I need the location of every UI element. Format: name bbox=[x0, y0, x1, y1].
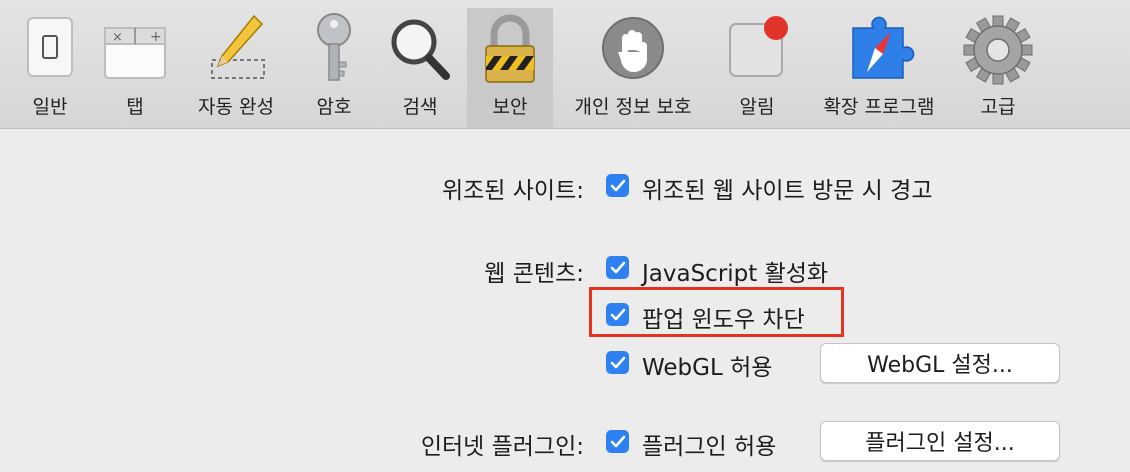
tab-label: 알림 bbox=[739, 96, 775, 118]
checkmark-icon bbox=[610, 356, 625, 368]
plugin-settings-button[interactable]: 플러그인 설정... bbox=[820, 421, 1060, 461]
tab-label: 확장 프로그램 bbox=[823, 96, 935, 118]
key-icon bbox=[302, 8, 366, 88]
javascript-label[interactable]: JavaScript 활성화 bbox=[642, 254, 828, 288]
tab-label: 탭 bbox=[126, 96, 144, 118]
tab-label: 일반 bbox=[32, 96, 68, 118]
webgl-label[interactable]: WebGL 허용 bbox=[642, 348, 772, 382]
gear-icon bbox=[960, 8, 1036, 88]
hand-icon bbox=[593, 8, 673, 88]
block-popups-label[interactable]: 팝업 윈도우 차단 bbox=[642, 300, 805, 334]
tabs-icon: × + bbox=[100, 8, 170, 88]
checkmark-icon bbox=[610, 435, 625, 447]
svg-text:+: + bbox=[150, 29, 162, 45]
tab-notifications[interactable]: 알림 bbox=[722, 8, 792, 128]
javascript-checkbox[interactable] bbox=[606, 256, 629, 279]
magnifier-icon bbox=[384, 8, 456, 88]
fraud-section-label: 위조된 사이트: bbox=[441, 178, 584, 204]
webgl-checkbox[interactable] bbox=[606, 351, 629, 374]
checkmark-icon bbox=[610, 308, 625, 320]
tab-autofill[interactable]: 자동 완성 bbox=[188, 8, 284, 128]
tab-privacy[interactable]: 개인 정보 보호 bbox=[560, 8, 706, 128]
preferences-toolbar: 일반 × + 탭 자동 완성 암호 검색 보안 개인 정보 보호 알림 확장 프… bbox=[0, 0, 1130, 129]
pencil-icon bbox=[196, 8, 276, 88]
lock-icon bbox=[470, 8, 550, 88]
svg-text:×: × bbox=[112, 30, 123, 45]
tab-search[interactable]: 검색 bbox=[384, 8, 456, 128]
tab-label: 개인 정보 보호 bbox=[574, 96, 692, 118]
switch-icon bbox=[10, 8, 90, 88]
tab-security[interactable]: 보안 bbox=[467, 8, 553, 128]
webgl-settings-button[interactable]: WebGL 설정... bbox=[820, 343, 1060, 383]
tab-label: 자동 완성 bbox=[198, 96, 274, 118]
tab-label: 검색 bbox=[402, 96, 438, 118]
fraud-warning-checkbox[interactable] bbox=[606, 174, 629, 197]
tab-label: 보안 bbox=[492, 96, 528, 118]
tab-extensions[interactable]: 확장 프로그램 bbox=[806, 8, 952, 128]
checkmark-icon bbox=[610, 179, 625, 191]
plugins-section-label: 인터넷 플러그인: bbox=[420, 434, 584, 460]
tab-general[interactable]: 일반 bbox=[10, 8, 90, 128]
tab-advanced[interactable]: 고급 bbox=[960, 8, 1036, 128]
allow-plugins-checkbox[interactable] bbox=[606, 430, 629, 453]
web-content-section-label: 웹 콘텐츠: bbox=[484, 261, 584, 287]
notification-icon bbox=[722, 8, 792, 88]
fraud-warning-label[interactable]: 위조된 웹 사이트 방문 시 경고 bbox=[642, 171, 932, 205]
allow-plugins-label[interactable]: 플러그인 허용 bbox=[642, 427, 776, 461]
tab-label: 고급 bbox=[980, 96, 1016, 118]
tab-passwords[interactable]: 암호 bbox=[302, 8, 366, 128]
puzzle-compass-icon bbox=[839, 8, 919, 88]
tab-label: 암호 bbox=[316, 96, 352, 118]
tab-tabs[interactable]: × + 탭 bbox=[100, 8, 170, 128]
checkmark-icon bbox=[610, 261, 625, 273]
block-popups-checkbox[interactable] bbox=[606, 303, 629, 326]
